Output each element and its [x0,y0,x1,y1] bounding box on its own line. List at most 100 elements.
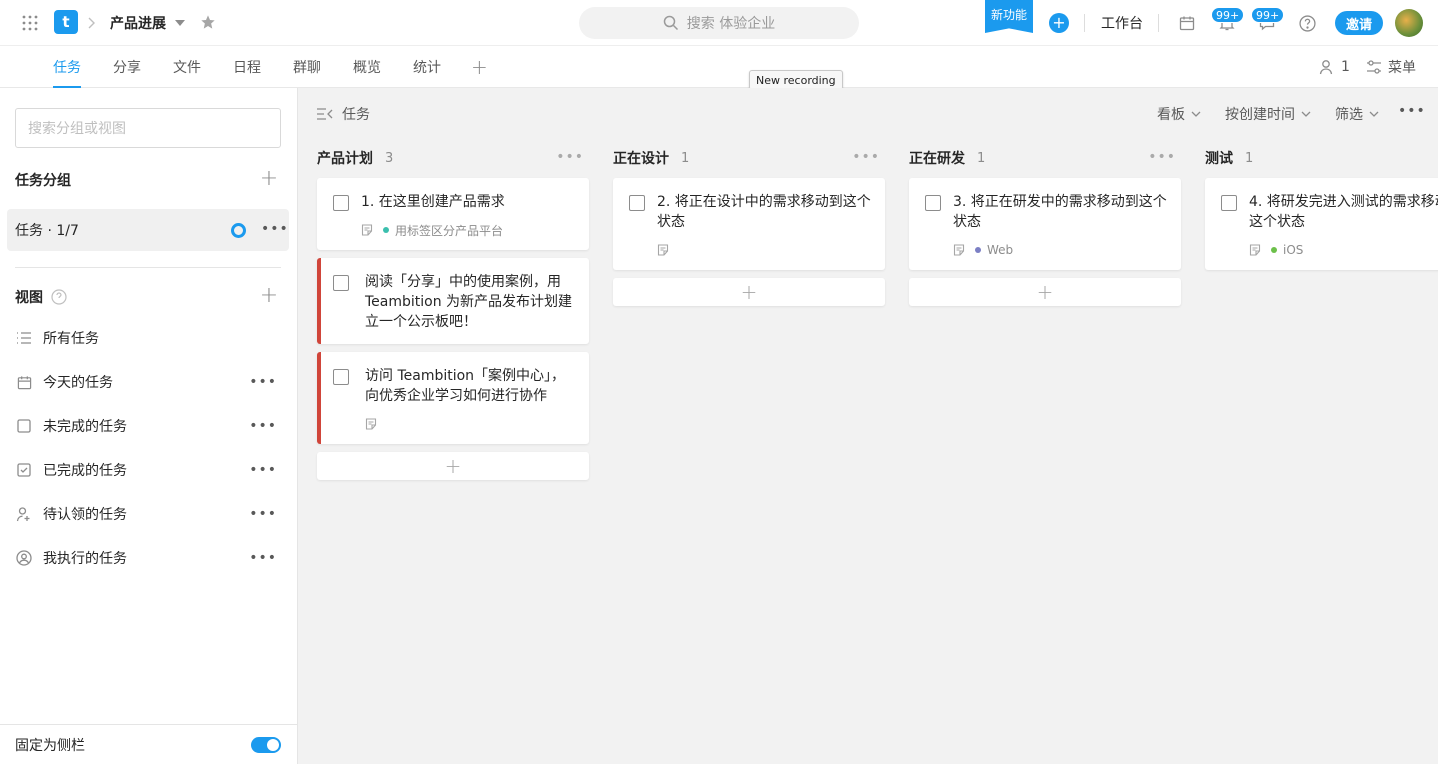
tab-files[interactable]: 文件 [173,46,201,88]
chevron-down-icon [1301,111,1311,117]
task-checkbox[interactable] [925,195,941,211]
add-view-button[interactable]: + [258,285,280,308]
help-icon[interactable] [1297,13,1317,33]
column-count: 1 [681,150,690,166]
task-card[interactable]: 2. 将正在设计中的需求移动到这个状态 [613,178,885,270]
task-title: 1. 在这里创建产品需求 [361,194,505,210]
menu-button[interactable]: 菜单 [1366,46,1416,88]
tab-overview[interactable]: 概览 [353,46,381,88]
message-badge: 99+ [1251,7,1285,23]
app-logo[interactable]: t [54,10,78,34]
pin-sidebar-row: 固定为侧栏 [0,724,297,764]
task-tag-label: iOS [1283,243,1304,257]
task-checkbox[interactable] [629,195,645,211]
group-item-tasks[interactable]: 任务 · 1/7 ••• [7,209,289,251]
add-task-button[interactable]: + [317,452,589,480]
task-checkbox[interactable] [333,369,349,385]
task-card[interactable]: 1. 在这里创建产品需求 用标签区分产品平台 [317,178,589,250]
view-label: 待认领的任务 [43,507,127,523]
column-more-icon[interactable]: ••• [1148,149,1176,165]
add-tab-button[interactable]: + [471,46,488,88]
more-icon[interactable]: ••• [249,462,277,478]
view-label: 已完成的任务 [43,463,127,479]
task-checkbox[interactable] [333,275,349,291]
view-label: 所有任务 [43,331,99,347]
column-more-icon[interactable]: ••• [852,149,880,165]
more-icon[interactable]: ••• [1398,103,1426,119]
quick-add-button[interactable]: + [1049,13,1069,33]
new-feature-ribbon[interactable]: 新功能 [985,0,1033,33]
tab-statistics[interactable]: 统计 [413,46,441,88]
task-checkbox[interactable] [333,195,349,211]
help-icon[interactable] [51,289,67,305]
filter-button[interactable]: 筛选 [1335,104,1379,124]
apps-grid-icon[interactable] [20,13,40,33]
column-developing: 正在研发 1 ••• 3. 将正在研发中的需求移动到这个状态 Web + [909,138,1181,306]
task-tag-label: Web [987,243,1014,257]
search-box[interactable]: 搜索 体验企业 [579,7,859,39]
task-title: 4. 将研发完进入测试的需求移动到这个状态 [1249,194,1438,230]
view-my-tasks[interactable]: 我执行的任务 ••• [15,546,281,570]
task-meta [365,416,575,432]
view-switch-label: 看板 [1157,107,1185,123]
settings-sliders-icon [1366,59,1382,75]
group-search-input[interactable]: 搜索分组或视图 [15,108,281,148]
checkbox-checked-icon [15,463,33,477]
calendar-icon[interactable] [1177,13,1197,33]
top-bar: t 产品进展 搜索 体验企业 新功能 + 工作台 99+ 99+ 邀请 [0,0,1438,46]
tab-group-chat[interactable]: 群聊 [293,46,321,88]
view-all-tasks[interactable]: 所有任务 [15,326,281,350]
task-card[interactable]: 访问 Teambition「案例中心」，向优秀企业学习如何进行协作 [317,352,589,444]
sort-label: 按创建时间 [1225,107,1295,123]
members-button[interactable]: 1 [1319,46,1350,88]
board-title: 任务 [316,104,370,124]
task-checkbox[interactable] [1221,195,1237,211]
task-meta: iOS [1249,242,1438,258]
view-label: 未完成的任务 [43,419,127,435]
task-card[interactable]: 4. 将研发完进入测试的需求移动到这个状态 iOS [1205,178,1438,270]
board-title-label: 任务 [342,107,370,123]
column-designing: 正在设计 1 ••• 2. 将正在设计中的需求移动到这个状态 + [613,138,885,306]
pin-sidebar-toggle[interactable] [251,737,281,753]
board-area: 任务 看板 按创建时间 筛选 ••• 产品计划 3 ••• 1. 在这里创建产品… [298,88,1438,764]
tab-schedule[interactable]: 日程 [233,46,261,88]
add-group-button[interactable]: + [258,168,280,191]
more-icon[interactable]: ••• [249,374,277,390]
column-header: 正在研发 1 ••• [909,138,1181,178]
note-icon [361,224,373,236]
task-card[interactable]: 阅读「分享」中的使用案例，用 Teambition 为新产品发布计划建立一个公示… [317,258,589,344]
add-task-button[interactable]: + [613,278,885,306]
column-more-icon[interactable]: ••• [556,149,584,165]
task-tag: iOS [1271,243,1303,257]
filter-label: 筛选 [1335,107,1363,123]
tab-tasks[interactable]: 任务 [53,46,81,88]
column-header: 产品计划 3 ••• [317,138,589,178]
view-incomplete-tasks[interactable]: 未完成的任务 ••• [15,414,281,438]
task-card[interactable]: 3. 将正在研发中的需求移动到这个状态 Web [909,178,1181,270]
column-title: 产品计划 [317,151,373,167]
more-icon[interactable]: ••• [261,221,289,237]
recording-tooltip: New recording [749,70,843,90]
caret-down-icon[interactable] [174,17,186,29]
pin-sidebar-label: 固定为侧栏 [15,737,85,754]
view-switch-button[interactable]: 看板 [1157,104,1201,124]
invite-button[interactable]: 邀请 [1335,11,1383,35]
more-icon[interactable]: ••• [249,418,277,434]
group-item-label: 任务 · 1/7 [15,223,79,239]
project-nav: 任务 分享 文件 日程 群聊 概览 统计 + 1 菜单 [0,46,1438,88]
tab-share[interactable]: 分享 [113,46,141,88]
workbench-link[interactable]: 工作台 [1101,13,1143,33]
more-icon[interactable]: ••• [249,506,277,522]
collapse-sidebar-icon[interactable] [316,108,334,120]
star-icon[interactable] [199,13,217,31]
more-icon[interactable]: ••• [249,550,277,566]
task-title: 阅读「分享」中的使用案例，用 Teambition 为新产品发布计划建立一个公示… [365,274,573,330]
user-avatar[interactable] [1395,9,1423,37]
view-unclaimed-tasks[interactable]: 待认领的任务 ••• [15,502,281,526]
sort-button[interactable]: 按创建时间 [1225,104,1311,124]
project-title[interactable]: 产品进展 [110,12,166,34]
view-completed-tasks[interactable]: 已完成的任务 ••• [15,458,281,482]
add-task-button[interactable]: + [909,278,1181,306]
sidebar: 搜索分组或视图 任务分组 + 任务 · 1/7 ••• 视图 + 所有任务 今天… [0,88,298,764]
view-today-tasks[interactable]: 今天的任务 ••• [15,370,281,394]
